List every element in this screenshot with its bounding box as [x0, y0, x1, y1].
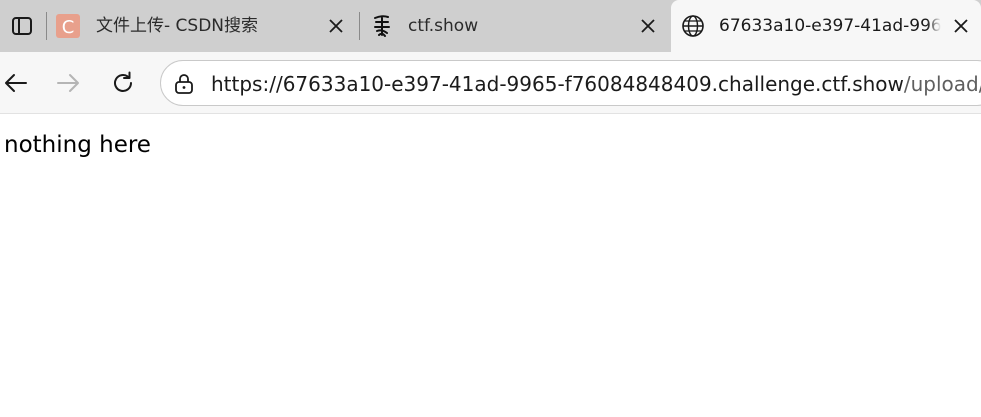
tab-ctfshow[interactable]: ctf.show	[362, 0, 668, 52]
csdn-favicon-letter: C	[62, 17, 75, 38]
close-icon	[641, 19, 655, 33]
tab-actions-button[interactable]	[0, 0, 44, 52]
url-text[interactable]: https://67633a10-e397-41ad-9965-f7608484…	[211, 72, 981, 96]
tab-title-fade	[927, 15, 941, 37]
page-message: nothing here	[4, 132, 151, 158]
close-icon	[954, 19, 968, 33]
close-icon	[329, 19, 343, 33]
tab-separator	[46, 12, 47, 40]
tab-actions-icon	[12, 17, 32, 35]
tab-title: 67633a10-e397-41ad-9965-f76084848409.cha…	[719, 16, 941, 36]
navigation-toolbar: https://67633a10-e397-41ad-9965-f7608484…	[0, 52, 981, 114]
page-content: nothing here	[0, 115, 981, 417]
ctfshow-logo-icon	[370, 14, 394, 38]
tab-challenge-active[interactable]: 67633a10-e397-41ad-9965-f76084848409.cha…	[671, 0, 981, 52]
url-path: /upload/	[903, 72, 981, 96]
close-tab-button[interactable]	[326, 16, 346, 36]
forward-button[interactable]	[52, 66, 86, 100]
reload-button[interactable]	[106, 66, 140, 100]
lock-icon[interactable]	[173, 73, 195, 95]
close-tab-button[interactable]	[638, 16, 658, 36]
close-tab-button[interactable]	[951, 16, 971, 36]
globe-icon	[681, 14, 705, 38]
url-host: https://67633a10-e397-41ad-9965-f7608484…	[211, 72, 904, 96]
tab-separator	[359, 12, 360, 40]
address-bar[interactable]: https://67633a10-e397-41ad-9965-f7608484…	[160, 60, 981, 106]
tab-title: ctf.show	[408, 16, 479, 36]
tab-title: 文件上传- CSDN搜索	[96, 16, 259, 36]
forward-arrow-icon	[57, 74, 79, 92]
tab-strip: C 文件上传- CSDN搜索 ctf.show 67633a10-e397-41…	[0, 0, 981, 52]
reload-icon	[114, 71, 132, 92]
tab-csdn[interactable]: C 文件上传- CSDN搜索	[48, 0, 358, 52]
csdn-c-icon: C	[56, 14, 80, 38]
back-button[interactable]	[0, 66, 32, 100]
back-arrow-icon	[5, 74, 27, 92]
